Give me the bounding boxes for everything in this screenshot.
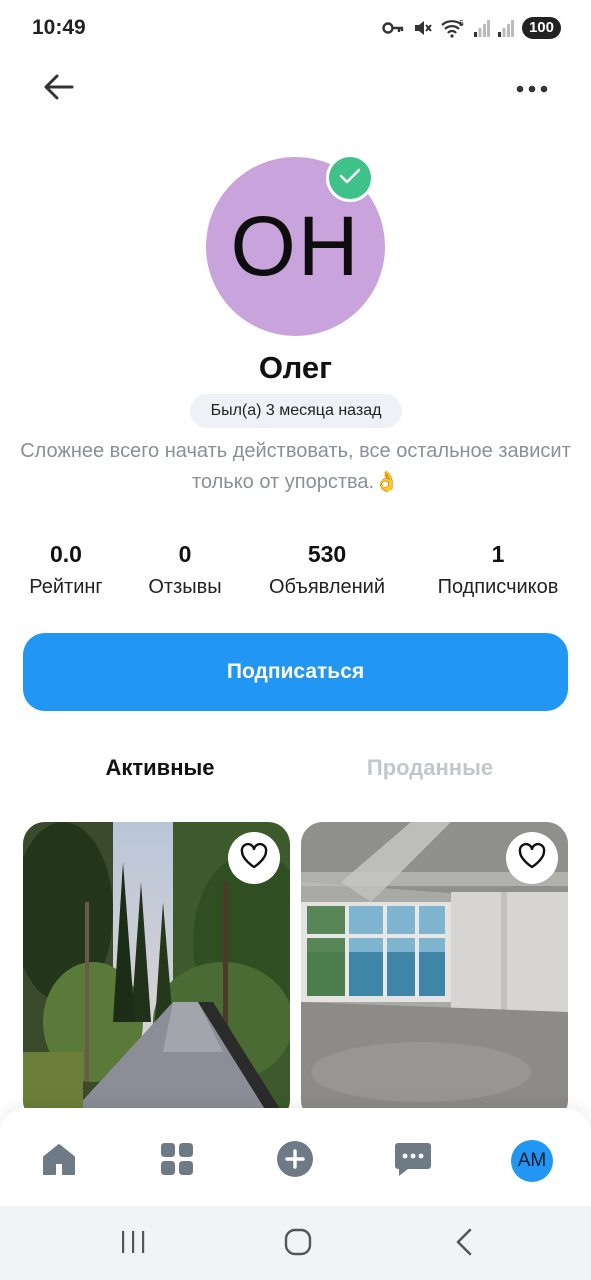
home-circle-icon — [284, 1228, 312, 1261]
nav-messages[interactable] — [385, 1133, 441, 1189]
verified-badge — [326, 154, 374, 202]
tab-active[interactable]: Активные — [40, 740, 280, 795]
arrow-left-icon — [44, 74, 74, 105]
recent-apps-icon — [120, 1230, 146, 1259]
svg-text:5: 5 — [459, 19, 464, 28]
stat-label: Объявлений — [268, 576, 386, 598]
user-avatar: AM — [511, 1140, 553, 1182]
recent-apps-button[interactable] — [113, 1228, 153, 1260]
status-time: 10:49 — [32, 16, 86, 39]
home-icon — [41, 1141, 77, 1182]
nav-catalog[interactable] — [149, 1133, 205, 1189]
stat-subscribers[interactable]: 1 Подписчиков — [420, 538, 576, 604]
heart-outline-icon — [518, 842, 546, 874]
stat-value: 0.0 — [50, 541, 82, 567]
favorite-button[interactable] — [506, 832, 558, 884]
stat-label: Отзывы — [148, 576, 222, 598]
bottom-navigation: AM — [0, 1108, 591, 1208]
stat-label: Подписчиков — [437, 576, 559, 598]
nav-add[interactable] — [267, 1133, 323, 1189]
stat-value: 0 — [178, 541, 192, 567]
grid-icon — [160, 1142, 194, 1181]
profile-stats: 0.0 Рейтинг 0 Отзывы 530 Объявлений 1 По… — [0, 538, 591, 608]
nav-home[interactable] — [31, 1133, 87, 1189]
status-bar: 10:49 5 100 — [0, 0, 591, 56]
favorite-button[interactable] — [228, 832, 280, 884]
back-chevron-icon — [454, 1228, 474, 1261]
system-home-button[interactable] — [278, 1228, 318, 1260]
heart-outline-icon — [240, 842, 268, 874]
system-navigation-bar — [0, 1206, 591, 1280]
listing-card[interactable] — [23, 822, 290, 1122]
top-bar — [0, 60, 591, 118]
subscribe-button[interactable]: Подписаться — [23, 633, 568, 711]
stat-value: 530 — [307, 541, 347, 567]
profile-bio: Сложнее всего начать действовать, все ос… — [20, 440, 571, 493]
wifi-icon: 5 — [440, 18, 466, 38]
battery-indicator: 100 — [521, 17, 561, 39]
profile-name: Олег — [258, 350, 333, 385]
more-horizontal-icon — [516, 80, 548, 98]
tab-sold[interactable]: Проданные — [310, 740, 550, 795]
mute-icon — [412, 18, 432, 38]
stat-label: Рейтинг — [29, 576, 103, 598]
system-back-button[interactable] — [444, 1228, 484, 1260]
back-button[interactable] — [36, 68, 82, 110]
listing-card[interactable] — [301, 822, 568, 1122]
nav-profile[interactable]: AM — [504, 1133, 560, 1189]
signal-icon — [497, 19, 514, 37]
stat-reviews[interactable]: 0 Отзывы — [135, 538, 235, 604]
stat-rating[interactable]: 0.0 Рейтинг — [14, 538, 118, 604]
checkmark-icon — [339, 167, 361, 190]
signal-icon — [473, 19, 490, 37]
last-seen-badge: Был(а) 3 месяца назад — [190, 394, 402, 428]
plus-circle-icon — [276, 1140, 314, 1183]
stat-value: 1 — [491, 541, 505, 567]
key-icon — [382, 21, 404, 35]
profile-avatar-container: ОН — [206, 154, 385, 336]
more-options-button[interactable] — [509, 68, 555, 110]
listing-tabs: Активные Проданные — [0, 740, 591, 795]
status-icons: 5 100 — [382, 17, 561, 39]
chat-icon — [394, 1141, 432, 1182]
stat-listings[interactable]: 530 Объявлений — [254, 538, 400, 604]
